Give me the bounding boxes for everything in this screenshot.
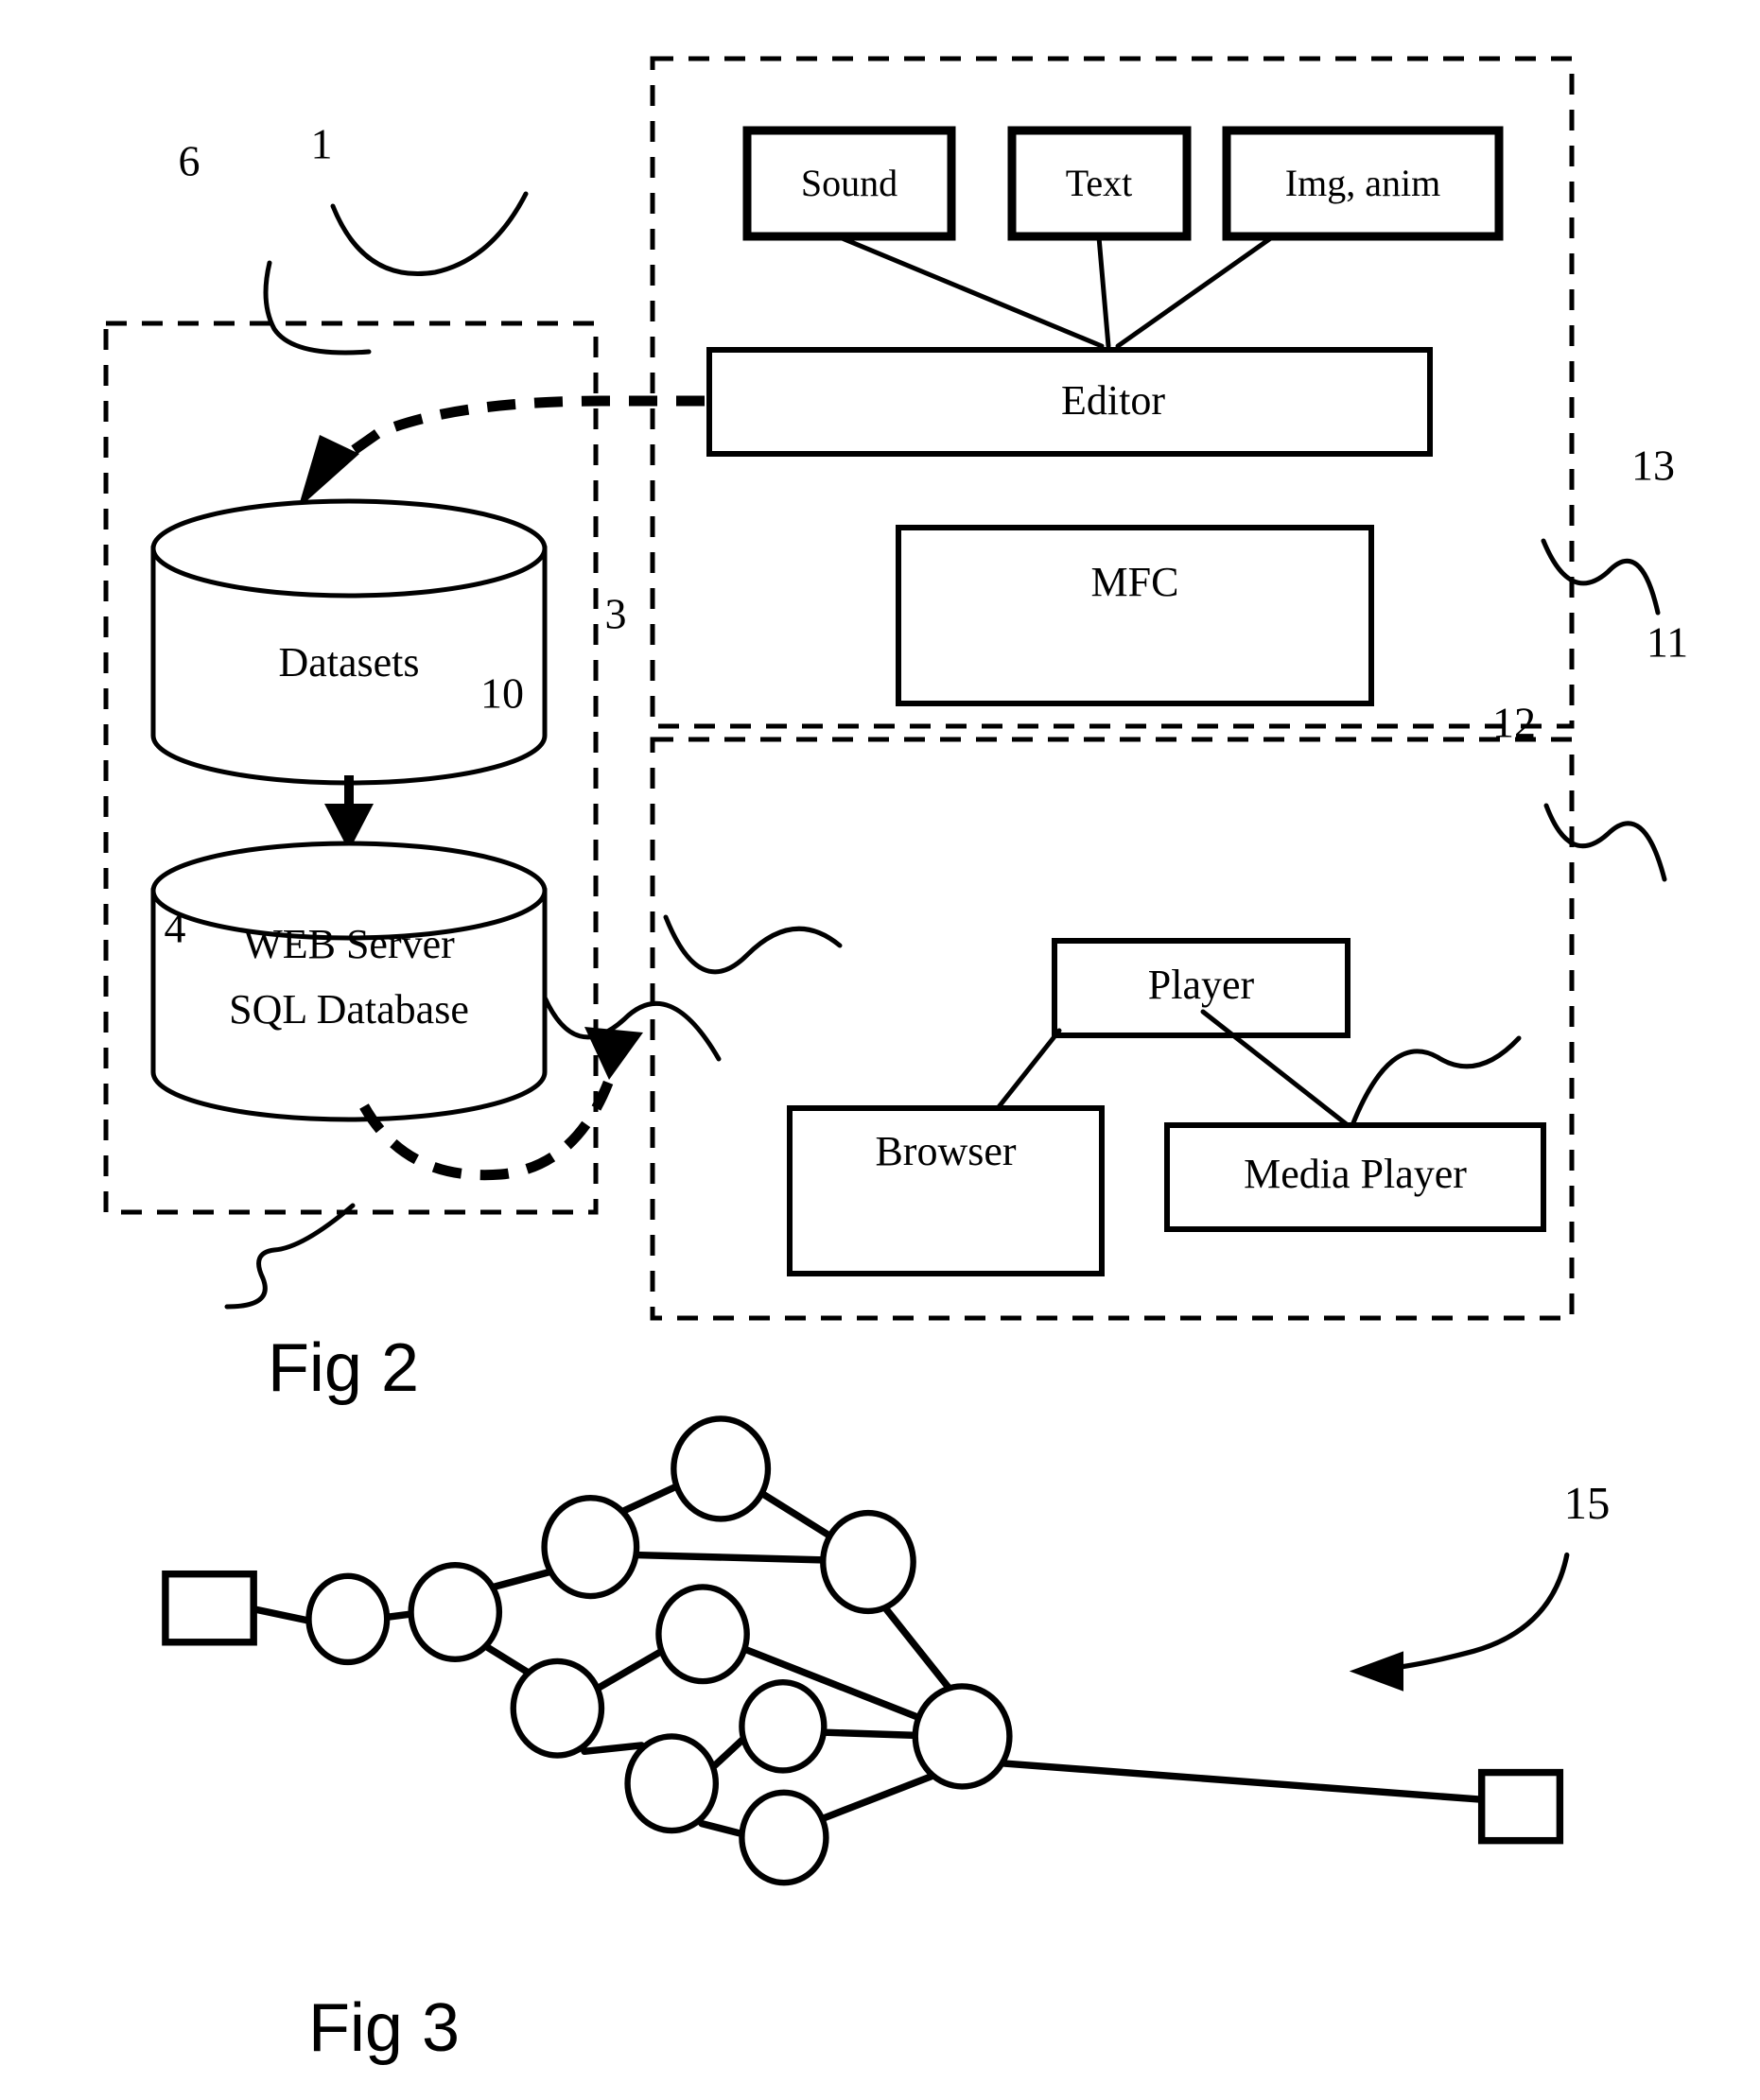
ref-15: 15 xyxy=(1564,1478,1611,1529)
patent-drawing-sheet: Sound Text Img, anim Editor MFC Datasets xyxy=(0,0,1760,2100)
node-n10[interactable] xyxy=(739,1789,829,1886)
fig2-caption: Fig 2 xyxy=(268,1330,419,1406)
edge-n11-terminal-right xyxy=(1001,1760,1486,1803)
ref-4-leader xyxy=(224,1203,356,1310)
network-nodes xyxy=(305,1415,1013,1886)
image-animation-box-label: Img, anim xyxy=(1285,162,1440,204)
ref-13: 13 xyxy=(1631,442,1675,490)
browser-to-player-connector xyxy=(995,1028,1062,1111)
edge-n1-n2 xyxy=(383,1610,415,1621)
figures-svg: Sound Text Img, anim Editor MFC Datasets xyxy=(103,56,1688,2066)
fig3-group: 15 xyxy=(162,1415,1611,1886)
edge-n8-n10 xyxy=(698,1819,749,1839)
node-n1[interactable] xyxy=(305,1572,391,1666)
node-n4[interactable] xyxy=(671,1415,772,1522)
node-n3[interactable] xyxy=(541,1494,640,1600)
ref-1-leader xyxy=(330,191,529,276)
sql-database-label: SQL Database xyxy=(229,986,469,1033)
datasets-cylinder-label: Datasets xyxy=(278,639,419,686)
fig3-caption: Fig 3 xyxy=(308,1990,460,2066)
text-to-editor-connector xyxy=(1096,234,1111,349)
mfc-box-label: MFC xyxy=(1091,559,1179,605)
terminal-right[interactable] xyxy=(1477,1768,1564,1845)
media-player-box-label: Media Player xyxy=(1244,1151,1467,1197)
node-n9[interactable] xyxy=(739,1678,828,1774)
ref-6-leader xyxy=(263,260,372,356)
editor-to-datasets-flow xyxy=(318,395,705,477)
edge-n2-n3 xyxy=(489,1567,557,1591)
ref-10: 10 xyxy=(480,669,524,718)
ref-11-leader xyxy=(1543,803,1667,882)
ref-13-leader xyxy=(1541,538,1661,616)
edge-n6-n7 xyxy=(596,1647,666,1692)
node-n7[interactable] xyxy=(655,1584,750,1685)
sound-box-label: Sound xyxy=(801,162,897,204)
ref-12: 12 xyxy=(1492,699,1536,747)
browser-box-label: Browser xyxy=(875,1128,1016,1174)
ref-4: 4 xyxy=(165,904,186,952)
node-n6[interactable] xyxy=(510,1657,605,1759)
image-to-editor-connector xyxy=(1115,234,1275,349)
node-n11[interactable] xyxy=(912,1683,1013,1790)
edge-n8-n9 xyxy=(711,1735,747,1769)
ref-3: 3 xyxy=(605,590,627,638)
terminal-left[interactable] xyxy=(162,1570,257,1646)
edge-terminal-left-n1 xyxy=(250,1605,315,1625)
editor-to-datasets-arrowhead xyxy=(298,435,359,509)
edge-n2-n6 xyxy=(483,1643,533,1677)
web-server-sql-database-cylinder[interactable]: WEB Server SQL Database xyxy=(150,841,548,1122)
edge-n9-n11 xyxy=(820,1728,920,1740)
sound-to-editor-connector xyxy=(837,234,1105,349)
editor-box-label: Editor xyxy=(1061,377,1165,424)
text-box-label: Text xyxy=(1066,162,1133,204)
edge-n4-n5 xyxy=(754,1487,842,1545)
datasets-cylinder[interactable]: Datasets xyxy=(150,498,548,786)
edge-n10-n11 xyxy=(816,1770,940,1824)
ref-10-leader xyxy=(542,995,722,1062)
web-server-label: WEB Server xyxy=(243,921,455,967)
ref-15-arrowhead xyxy=(1349,1651,1403,1692)
ref-3-leader xyxy=(663,914,843,975)
ref-6: 6 xyxy=(179,137,200,185)
ref-1: 1 xyxy=(311,120,333,168)
player-box-label: Player xyxy=(1148,962,1255,1008)
mfc-box[interactable] xyxy=(896,525,1374,706)
ref-11: 11 xyxy=(1647,618,1688,667)
edge-n5-n11 xyxy=(882,1605,952,1692)
ref-12-leader xyxy=(1350,1035,1522,1128)
node-n8[interactable] xyxy=(624,1733,720,1834)
edge-n3-n5 xyxy=(632,1551,827,1564)
node-n2[interactable] xyxy=(408,1561,503,1662)
edge-n6-n8 xyxy=(581,1742,646,1756)
node-n5[interactable] xyxy=(820,1509,916,1615)
